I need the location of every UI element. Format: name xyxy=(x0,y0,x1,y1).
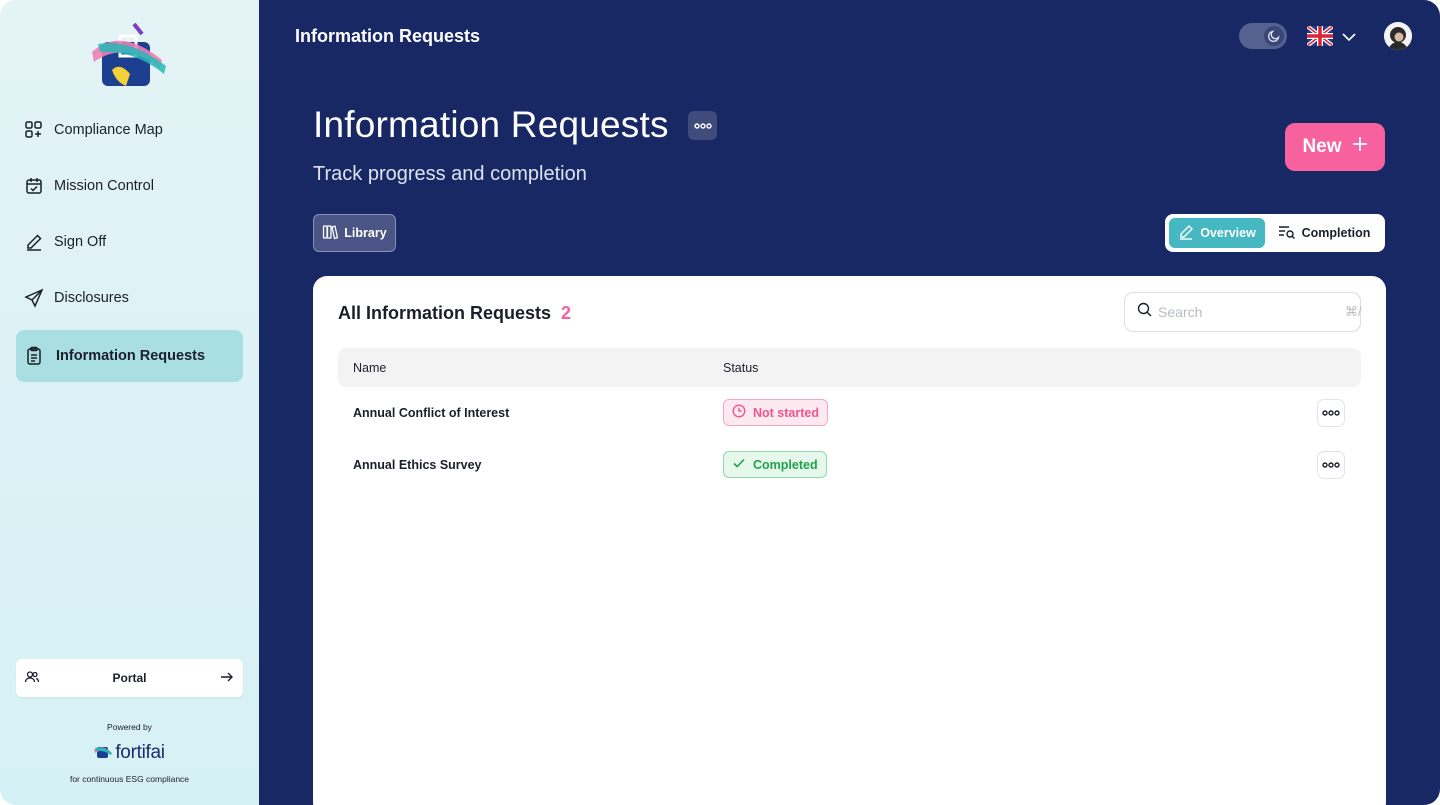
sidebar-item-mission-control[interactable]: Mission Control xyxy=(16,160,243,212)
search-shortcut: ⌘/ xyxy=(1345,304,1362,319)
sidebar-item-information-requests[interactable]: Information Requests xyxy=(16,330,243,382)
library-button[interactable]: Library xyxy=(313,214,396,252)
powered-by-text: Powered by xyxy=(107,722,152,732)
status-label: Completed xyxy=(753,457,818,472)
row-options-button[interactable] xyxy=(1317,451,1345,479)
arrow-right-icon xyxy=(219,669,235,688)
new-button-label: New xyxy=(1302,136,1342,157)
sidebar-item-label: Sign Off xyxy=(54,234,107,250)
tab-label: Overview xyxy=(1200,226,1256,240)
avatar[interactable] xyxy=(1384,22,1412,50)
company-logo[interactable] xyxy=(90,22,170,90)
library-button-label: Library xyxy=(344,226,387,240)
sidebar-item-label: Mission Control xyxy=(54,178,154,194)
view-switcher: Overview Completion xyxy=(1165,214,1385,252)
table-row[interactable]: Annual Conflict of Interest Not started xyxy=(338,387,1361,439)
pencil-icon xyxy=(24,232,44,252)
grid-plus-icon xyxy=(24,120,44,140)
request-name[interactable]: Annual Conflict of Interest xyxy=(353,406,509,420)
status-badge: Not started xyxy=(723,399,828,426)
plus-icon xyxy=(1352,136,1368,158)
sidebar: Compliance Map Mission Control Sign Off xyxy=(0,0,259,805)
page-subtitle: Track progress and completion xyxy=(313,163,587,185)
card-title: All Information Requests 2 xyxy=(338,303,571,324)
books-icon xyxy=(322,224,339,243)
clock-icon xyxy=(732,404,746,421)
search-icon xyxy=(1137,302,1152,322)
topbar-title: Information Requests xyxy=(295,26,481,46)
table-header: Name Status xyxy=(338,348,1361,387)
column-header-name[interactable]: Name xyxy=(353,361,386,375)
theme-toggle[interactable] xyxy=(1239,23,1287,49)
sidebar-item-disclosures[interactable]: Disclosures xyxy=(16,272,243,324)
page-options-button[interactable] xyxy=(688,111,717,140)
moon-icon xyxy=(1264,26,1284,46)
status-badge: Completed xyxy=(723,451,827,478)
search-box[interactable]: ⌘/ xyxy=(1124,292,1362,332)
new-button[interactable]: New xyxy=(1285,123,1385,171)
app-window: Compliance Map Mission Control Sign Off xyxy=(0,0,1440,805)
brand-name: fortifai xyxy=(115,742,165,763)
calendar-check-icon xyxy=(24,176,44,196)
portal-label: Portal xyxy=(112,671,147,685)
more-horizontal-icon xyxy=(1322,462,1340,468)
brand-mark-icon xyxy=(94,743,113,764)
card-title-text: All Information Requests xyxy=(338,303,552,323)
tab-overview[interactable]: Overview xyxy=(1169,218,1265,248)
edit-icon xyxy=(1178,224,1194,243)
tab-label: Completion xyxy=(1301,226,1371,240)
status-label: Not started xyxy=(753,405,819,420)
more-horizontal-icon xyxy=(1322,410,1340,416)
sidebar-item-label: Compliance Map xyxy=(54,122,163,138)
page-title: Information Requests xyxy=(313,104,669,145)
request-name[interactable]: Annual Ethics Survey xyxy=(353,458,482,472)
portal-button[interactable]: Portal xyxy=(16,659,243,697)
users-icon xyxy=(24,669,40,688)
send-icon xyxy=(24,288,44,308)
more-horizontal-icon xyxy=(693,122,712,129)
sidebar-item-label: Disclosures xyxy=(54,290,129,306)
requests-count: 2 xyxy=(561,303,572,323)
table-row[interactable]: Annual Ethics Survey Completed xyxy=(338,439,1361,491)
sidebar-item-sign-off[interactable]: Sign Off xyxy=(16,216,243,268)
list-search-icon xyxy=(1278,225,1296,242)
row-options-button[interactable] xyxy=(1317,399,1345,427)
search-input[interactable] xyxy=(1158,304,1339,320)
sidebar-item-compliance-map[interactable]: Compliance Map xyxy=(16,104,243,156)
main-content: Information Requests Information Request… xyxy=(259,0,1440,805)
check-icon xyxy=(732,456,746,473)
tab-completion[interactable]: Completion xyxy=(1269,218,1379,248)
sidebar-item-label: Information Requests xyxy=(56,348,206,364)
chevron-down-icon[interactable] xyxy=(1341,30,1357,48)
brand-tagline: for continuous ESG compliance xyxy=(69,774,190,784)
uk-flag-icon[interactable] xyxy=(1305,24,1335,48)
brand-logo: fortifai xyxy=(0,742,259,764)
requests-card: All Information Requests 2 ⌘/ Name Status… xyxy=(313,276,1386,805)
column-header-status[interactable]: Status xyxy=(723,361,758,375)
clipboard-icon xyxy=(24,346,44,366)
